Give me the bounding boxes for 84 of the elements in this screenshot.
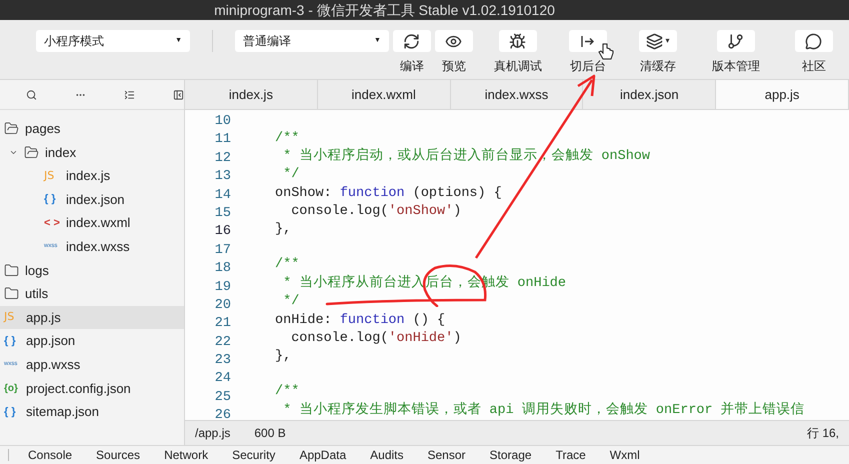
toolbar-button[interactable]: 真机调试 (482, 30, 553, 75)
json-file-icon: { } (44, 191, 60, 208)
hand-cursor-icon (598, 43, 614, 61)
folder-icon (4, 286, 19, 302)
code-line: /** (275, 257, 300, 272)
config-file-icon: {o} (4, 380, 20, 396)
toolbar-button[interactable]: ▾ 清缓存 (622, 30, 693, 75)
line-number: 13 (214, 168, 231, 186)
refresh-icon (403, 32, 420, 50)
line-number: 20 (214, 296, 231, 315)
line-number: 22 (214, 334, 231, 352)
file-tree-item[interactable]: < > index.wxml (0, 211, 184, 235)
bug-icon (509, 32, 526, 50)
code-line: * 当小程序启动，或从后台进入前台显示，会触发 onShow (282, 148, 650, 164)
line-number: 21 (214, 315, 231, 334)
devtools-tab[interactable]: Storage (490, 446, 532, 464)
line-number: 23 (214, 352, 231, 370)
file-tree-item[interactable]: JS index.js (0, 164, 184, 188)
file-tree-item[interactable]: pages (0, 117, 184, 141)
code-line: /** (275, 384, 300, 400)
editor-tab[interactable]: index.wxss (450, 80, 584, 109)
js-file-icon: JS (44, 168, 60, 184)
panel-icon[interactable] (173, 88, 184, 102)
line-number: 14 (214, 186, 231, 205)
devtools-tab[interactable]: Trace (556, 446, 586, 464)
code-line: onHide: function () { (275, 312, 446, 328)
line-number: 16 (214, 223, 231, 242)
file-tree-item[interactable]: JS app.js (0, 306, 184, 330)
line-number: 18 (214, 260, 231, 278)
devtools-tab[interactable]: Console (28, 446, 72, 464)
toolbar-button[interactable]: 编译 (390, 30, 433, 75)
file-tree-item[interactable]: { } app.json (0, 329, 184, 353)
wxml-file-icon: < > (44, 214, 60, 232)
code-line: */ (282, 167, 300, 182)
file-tree-item[interactable]: {o} project.config.json (0, 376, 184, 400)
file-tree-item[interactable]: logs (0, 258, 184, 282)
code-line: onShow: function (options) { (275, 186, 502, 201)
file-tree-item[interactable]: { } index.json (0, 188, 184, 212)
code-line: }, (275, 222, 292, 238)
file-size: 600 B (254, 425, 286, 442)
code-line: */ (282, 294, 300, 310)
json-file-icon: { } (4, 404, 20, 420)
code-line: /** (275, 130, 300, 146)
window-title: miniprogram-3 - 微信开发者工具 Stable v1.02.1910120 (214, 0, 555, 20)
line-number: 26 (214, 407, 231, 420)
line-number: 24 (214, 370, 231, 388)
code-line: console.log('onShow') (290, 204, 462, 220)
devtools-tab[interactable]: Sensor (428, 446, 466, 464)
open-folder-icon (4, 121, 19, 136)
line-number: 17 (214, 242, 231, 260)
toolbar-button[interactable]: 版本管理 (700, 30, 771, 75)
line-number: 15 (214, 204, 231, 223)
code-line: }, (275, 349, 292, 364)
json-file-icon: { } (4, 332, 20, 350)
devtools-tab[interactable]: Audits (370, 446, 404, 464)
js-file-icon: JS (4, 309, 20, 326)
editor-tab[interactable]: index.wxml (318, 80, 451, 109)
search-icon[interactable] (26, 88, 37, 102)
line-number: 19 (214, 278, 231, 297)
toolbar-button[interactable]: 社区 (778, 30, 849, 75)
editor-tab[interactable]: index.js (185, 80, 318, 109)
line-number: 25 (214, 388, 231, 407)
code-line: * 当小程序发生脚本错误，或者 api 调用失败时，会触发 onError 并带上错误信 (282, 402, 805, 418)
line-number: 10 (214, 113, 231, 131)
folder-icon (4, 262, 19, 278)
toolbar-button[interactable]: 预览 (432, 30, 475, 75)
line-number: 11 (214, 131, 231, 150)
devtools-tab[interactable]: Sources (96, 446, 140, 464)
file-tree-item[interactable]: { } sitemap.json (0, 400, 184, 424)
file-path: /app.js (195, 425, 230, 442)
editor-tab[interactable]: app.js (716, 80, 849, 109)
devtools-tab[interactable]: Wxml (610, 446, 640, 464)
devtools-tab[interactable]: Network (164, 446, 208, 464)
chat-icon (805, 32, 822, 50)
file-tree-item[interactable]: index (0, 140, 184, 164)
devtools-tab[interactable]: Security (232, 446, 276, 464)
toolbar-button[interactable]: 切后台 (552, 30, 623, 75)
code-line: console.log('onHide') (290, 330, 462, 346)
cursor-position: 行 16, (806, 425, 839, 442)
file-tree-item[interactable]: utils (0, 282, 184, 306)
line-number: 12 (214, 150, 231, 168)
open-folder-icon (24, 144, 39, 160)
branch-icon (727, 32, 744, 50)
devtools-tab[interactable]: AppData (299, 446, 346, 464)
